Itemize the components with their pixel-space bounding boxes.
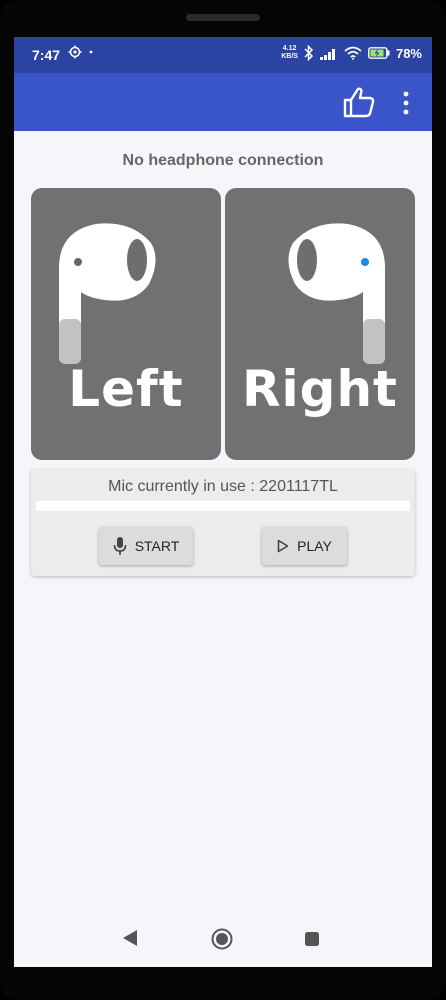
back-triangle-icon[interactable] — [121, 928, 139, 948]
connection-status: No headphone connection — [122, 152, 324, 169]
play-label: PLAY — [297, 538, 332, 554]
play-triangle-icon — [277, 539, 289, 553]
mic-panel: Mic currently in use : 2201117TL START P… — [31, 469, 415, 576]
right-earbud-card[interactable]: Right — [225, 188, 415, 460]
home-circle-icon[interactable] — [211, 928, 233, 950]
recents-square-icon[interactable] — [304, 931, 320, 947]
phone-frame: 7:47 4.12 KB/S 78% No headphone connecti… — [0, 0, 446, 1000]
status-right-icons: 4.12 KB/S 78% — [281, 45, 422, 61]
battery-charging-icon — [368, 47, 390, 59]
status-left-icons — [68, 45, 94, 59]
start-label: START — [134, 538, 180, 554]
app-bar — [14, 73, 432, 131]
speaker-grille — [186, 14, 260, 21]
right-label: Right — [242, 360, 398, 418]
right-earbud-icon — [288, 223, 385, 364]
status-time: 7:47 — [32, 47, 61, 63]
mic-level-bar — [36, 501, 410, 511]
battery-percent: 78% — [395, 45, 422, 61]
wifi-icon — [344, 46, 362, 60]
left-earbud-card[interactable]: Left — [31, 188, 221, 460]
play-button[interactable]: PLAY — [262, 527, 347, 565]
left-label: Left — [68, 360, 184, 418]
more-vert-icon[interactable] — [396, 89, 416, 117]
thumb-up-icon[interactable] — [342, 85, 376, 119]
settings-gear-icon — [68, 45, 82, 59]
dot-icon — [89, 50, 93, 54]
mic-status-text: Mic currently in use : 2201117TL — [108, 478, 338, 495]
screen: 7:47 4.12 KB/S 78% No headphone connecti… — [14, 37, 432, 967]
net-speed-unit: KB/S — [281, 53, 298, 60]
net-speed: 4.12 KB/S — [281, 45, 298, 61]
bluetooth-icon — [304, 45, 314, 61]
left-earbud-icon — [59, 223, 156, 364]
start-record-button[interactable]: START — [99, 527, 193, 565]
status-bar: 7:47 4.12 KB/S 78% — [14, 37, 432, 73]
signal-icon — [319, 48, 335, 60]
navigation-bar — [14, 912, 432, 967]
net-speed-value: 4.12 — [282, 45, 297, 52]
microphone-icon — [113, 537, 126, 555]
